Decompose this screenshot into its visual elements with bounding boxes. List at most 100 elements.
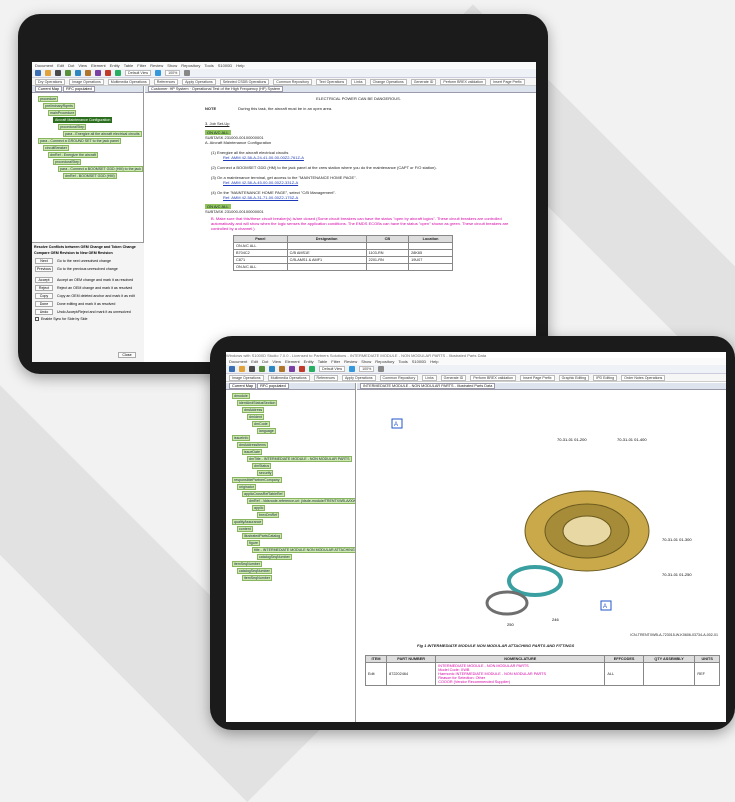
menu-item-4[interactable]: Element: [91, 63, 106, 68]
tree-node[interactable]: qualityAssurance: [228, 519, 353, 525]
tree-node[interactable]: dmTitle - INTERMEDIATE MODULE - NON MODU…: [228, 456, 353, 462]
open-icon[interactable]: [45, 70, 51, 76]
tree-node[interactable]: content: [228, 526, 353, 532]
tree-node[interactable]: applicCrossRefTableRef: [228, 491, 353, 497]
tree-node[interactable]: issueInfo: [228, 435, 353, 441]
ops-5[interactable]: Selected CSDB Operations: [219, 78, 270, 85]
step-reference[interactable]: Ref. AMM 42-58-A-31-71-00-00Z2-175Z-A: [223, 195, 512, 200]
menu-item-1[interactable]: Edit: [57, 63, 64, 68]
step-reference[interactable]: Ref. AMM 42-58-A-24-41-00-00-00Z2-761Z-A: [223, 155, 512, 160]
save-icon[interactable]: [229, 366, 235, 372]
tree-node[interactable]: applic: [228, 505, 353, 511]
undo-button[interactable]: Undo: [35, 309, 53, 315]
tab-current-map[interactable]: Current Map: [229, 383, 257, 389]
ops-10[interactable]: IPD Editing: [593, 374, 618, 381]
tree-node[interactable]: catalogSeqNumber: [228, 568, 353, 574]
ops-3[interactable]: Apply Operations: [341, 374, 376, 381]
paste-icon[interactable]: [279, 366, 285, 372]
redo-icon[interactable]: [299, 366, 305, 372]
menu-item-9[interactable]: Show: [361, 359, 371, 364]
spell-check-icon[interactable]: [309, 366, 315, 372]
document-tab[interactable]: Customer: HP System · Operational Test o…: [145, 86, 536, 93]
tree-node[interactable]: dmRef - BOOMSET GDD (HM): [34, 173, 141, 179]
spell-check-icon[interactable]: [115, 70, 121, 76]
tab-rfc-populated[interactable]: RFC populated: [257, 383, 289, 389]
tree-node[interactable]: dmRef - Energize the aircraft: [34, 152, 141, 158]
ops-5[interactable]: Links: [422, 374, 437, 381]
tree-node[interactable]: dmCode: [228, 421, 353, 427]
menu-item-6[interactable]: Table: [124, 63, 134, 68]
tree-node[interactable]: proceduralStep: [34, 124, 141, 130]
ops-3[interactable]: References: [153, 78, 179, 85]
ops-0[interactable]: Image Operations: [229, 374, 264, 381]
tab-current-map[interactable]: Current Map: [35, 86, 63, 92]
save-icon[interactable]: [35, 70, 41, 76]
gear-icon[interactable]: [184, 70, 191, 76]
tree-node[interactable]: originator: [228, 484, 353, 490]
tab-rfc-populated[interactable]: RFC populated: [63, 86, 95, 92]
tree-node[interactable]: dmIdent: [228, 414, 353, 420]
menu-item-13[interactable]: Help: [236, 63, 244, 68]
ops-11[interactable]: Order Notes Operations: [621, 374, 666, 381]
style-select[interactable]: Default View: [125, 70, 152, 76]
ops-2[interactable]: References: [313, 374, 338, 381]
copy-icon[interactable]: [269, 366, 275, 372]
menu-item-12[interactable]: S1000D: [412, 359, 426, 364]
tree-node[interactable]: dmRef - /ddsnode-reference-uri: j/dsde-m…: [228, 498, 355, 504]
menu-item-4[interactable]: Element: [285, 359, 300, 364]
copy-icon[interactable]: [75, 70, 81, 76]
ops-8[interactable]: Insert Page Prefix: [520, 374, 555, 381]
menu-item-11[interactable]: Tools: [398, 359, 407, 364]
previous-button[interactable]: Previous: [35, 266, 53, 272]
tree-node[interactable]: identAndStatusSection: [228, 400, 353, 406]
ops-9[interactable]: Graphic Editing: [558, 374, 590, 381]
tree-node[interactable]: para - Energize all the aircraft electri…: [34, 131, 142, 137]
tree-node[interactable]: dmAddressItems: [228, 442, 353, 448]
tree-node[interactable]: catalogSeqNumber: [228, 554, 353, 560]
document-tab[interactable]: INTERMEDIATE MODULE - NON MODULAR PARTS …: [357, 383, 726, 390]
tree-node[interactable]: responsiblePartnerCompany: [228, 477, 353, 483]
tree-node[interactable]: dmodule: [228, 393, 353, 399]
menu-item-2[interactable]: Dot: [68, 63, 74, 68]
zoom-select[interactable]: 100%: [359, 366, 375, 372]
tree-node[interactable]: dmAddress: [228, 407, 353, 413]
menu-item-3[interactable]: View: [78, 63, 87, 68]
style-select[interactable]: Default View: [319, 366, 346, 372]
done-button[interactable]: Done: [35, 301, 53, 307]
close-button[interactable]: Close: [118, 352, 136, 358]
tree-node[interactable]: preliminaryRqmts: [34, 103, 141, 109]
menu-item-6[interactable]: Table: [318, 359, 328, 364]
cut-icon[interactable]: [65, 70, 71, 76]
ops-6[interactable]: Generate ID: [440, 374, 467, 381]
step-reference[interactable]: Ref. AMM 42-58-A-45-00-00-00Z2-331Z-A: [223, 180, 512, 185]
paste-icon[interactable]: [85, 70, 91, 76]
menu-item-10[interactable]: Repository: [375, 359, 394, 364]
sync-checkbox-row[interactable]: Enable Sync for Side by Side: [35, 317, 141, 321]
ops-10[interactable]: Generate ID: [410, 78, 437, 85]
menu-item-0[interactable]: Document: [35, 63, 53, 68]
ops-7[interactable]: Perform BREX validation: [470, 374, 516, 381]
undo-icon[interactable]: [95, 70, 101, 76]
gear-icon[interactable]: [378, 366, 385, 372]
copy-button[interactable]: Copy: [35, 293, 53, 299]
ops-8[interactable]: Links: [351, 78, 366, 85]
tree-node[interactable]: dmStatus: [228, 463, 353, 469]
undo-icon[interactable]: [289, 366, 295, 372]
menu-item-8[interactable]: Review: [344, 359, 357, 364]
tree-node[interactable]: figure: [228, 540, 353, 546]
tree-node[interactable]: para - Connect a BOOMSET GDD (HM) to the…: [34, 166, 143, 172]
ops-6[interactable]: Common Repository: [273, 78, 312, 85]
menu-item-8[interactable]: Review: [150, 63, 163, 68]
tree-node[interactable]: security: [228, 470, 353, 476]
ops-2[interactable]: Multimedia Operations: [107, 78, 150, 85]
menu-item-13[interactable]: Help: [430, 359, 438, 364]
ops-4[interactable]: Apply Operations: [182, 78, 216, 85]
tree-node[interactable]: issueDate: [228, 449, 353, 455]
menu-item-9[interactable]: Show: [167, 63, 177, 68]
ops-7[interactable]: Text Operations: [316, 78, 348, 85]
menu-item-3[interactable]: View: [272, 359, 281, 364]
ops-0[interactable]: Dry Operations: [35, 78, 66, 85]
ops-9[interactable]: Change Operations: [369, 78, 407, 85]
tree-node[interactable]: itemSeqNumber: [228, 575, 353, 581]
print-icon[interactable]: [55, 70, 61, 76]
